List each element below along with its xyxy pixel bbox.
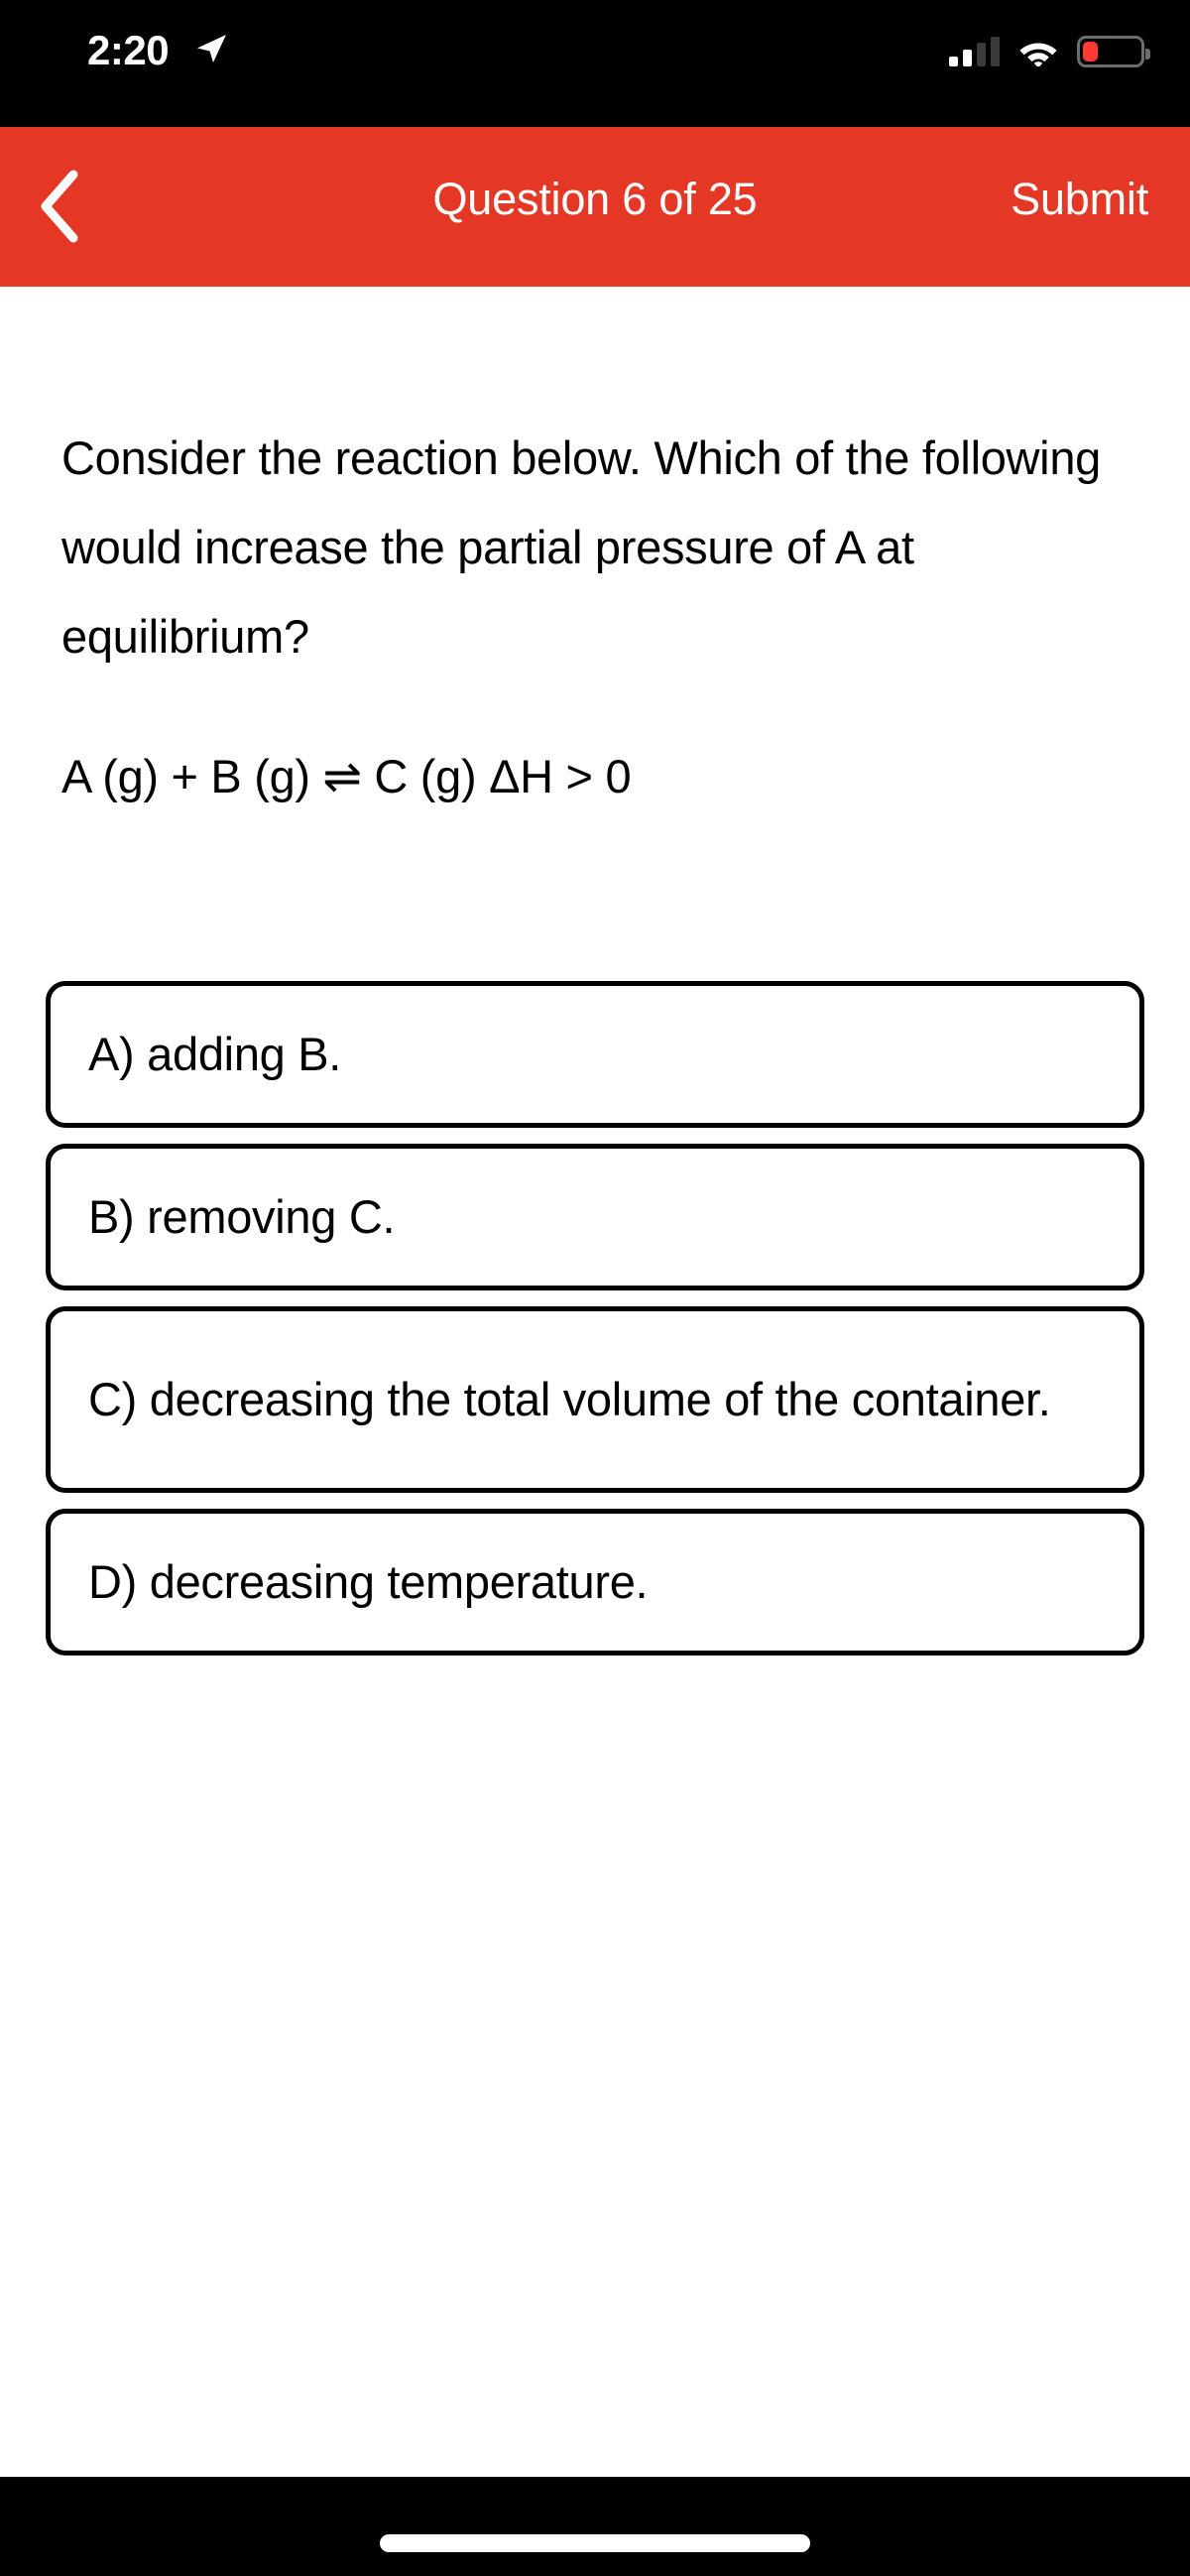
answer-option-label: A) adding B.	[88, 1028, 342, 1080]
answer-options-list: A) adding B. B) removing C. C) decreasin…	[46, 981, 1144, 1671]
status-indicators	[949, 30, 1150, 73]
wifi-icon	[1019, 43, 1057, 66]
question-content: Consider the reaction below. Which of th…	[0, 287, 1190, 2477]
status-bar: 2:20	[0, 0, 1190, 127]
status-time: 2:20	[87, 27, 170, 73]
nav-bar: Question 6 of 25 Submit	[0, 127, 1190, 287]
answer-option-label: B) removing C.	[88, 1190, 396, 1243]
location-arrow-icon	[197, 35, 226, 62]
submit-button[interactable]: Submit	[1011, 169, 1148, 230]
home-bar-area	[0, 2477, 1190, 2576]
answer-option-label: D) decreasing temperature.	[88, 1555, 649, 1608]
answer-option-b[interactable]: B) removing C.	[46, 1144, 1144, 1290]
chemical-equation: A (g) + B (g) ⇌ C (g) ΔH > 0	[61, 750, 632, 802]
answer-option-d[interactable]: D) decreasing temperature.	[46, 1509, 1144, 1656]
answer-option-label: C) decreasing the total volume of the co…	[88, 1373, 1051, 1425]
home-indicator[interactable]	[380, 2534, 810, 2552]
answer-option-c[interactable]: C) decreasing the total volume of the co…	[46, 1306, 1144, 1493]
battery-low-icon	[1077, 36, 1150, 67]
answer-option-a[interactable]: A) adding B.	[46, 981, 1144, 1128]
cellular-signal-icon	[949, 37, 1000, 66]
question-stem: Consider the reaction below. Which of th…	[61, 431, 1102, 663]
phone-screen: 2:20 Question 6 of 25 Submit Consider th…	[0, 0, 1190, 2576]
